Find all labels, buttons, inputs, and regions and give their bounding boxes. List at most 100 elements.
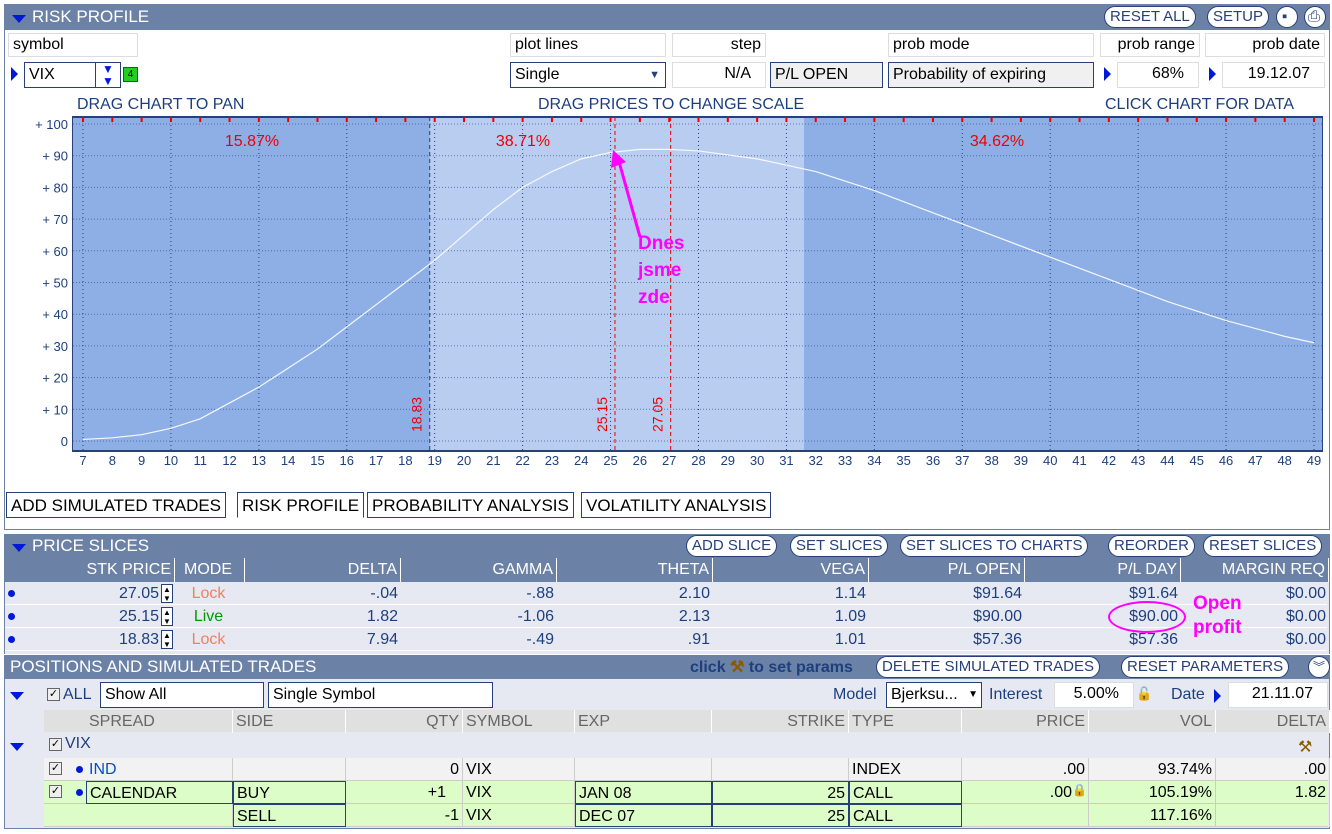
add-slice-button[interactable]: ADD SLICE [686, 535, 778, 557]
spread-cell[interactable]: CALENDAR [86, 781, 233, 804]
reset-slices-button[interactable]: RESET SLICES [1203, 535, 1323, 557]
stepper-icon[interactable]: ▲ ▼ [161, 630, 173, 649]
spread-cell[interactable]: IND [86, 758, 233, 781]
column-header[interactable]: GAMMA [401, 558, 557, 582]
column-header[interactable]: DELTA [1216, 710, 1330, 733]
tab-add-simulated-trades[interactable]: ADD SIMULATED TRADES [6, 492, 227, 518]
position-row[interactable]: ✓ IND 0 VIX INDEX .00 93.74% .00 [44, 758, 1330, 781]
type-cell[interactable]: CALL [849, 781, 962, 804]
column-header[interactable]: DELTA [245, 558, 401, 582]
row-checkbox[interactable]: ✓ [49, 785, 62, 798]
stk-price-cell[interactable]: 25.15 [35, 605, 175, 628]
delete-simulated-trades-button[interactable]: DELETE SIMULATED TRADES [876, 656, 1100, 678]
column-header[interactable]: MODE [175, 558, 245, 582]
collapse-icon[interactable] [10, 692, 24, 700]
stk-price-cell[interactable]: 27.05 [35, 582, 175, 605]
column-header[interactable]: STRIKE [712, 710, 849, 733]
table-row[interactable]: 18.83 Lock 7.94 -.49.91 1.01 $57.36 $57.36 $0.0… [5, 628, 1327, 651]
tab-volatility-analysis[interactable]: VOLATILITY ANALYSIS [581, 492, 772, 518]
type-cell[interactable]: CALL [849, 804, 962, 827]
play-icon[interactable] [1214, 689, 1221, 703]
qty-cell[interactable]: 0 [346, 758, 463, 781]
play-icon[interactable] [11, 67, 18, 81]
strike-cell[interactable]: 25 [712, 781, 849, 804]
symbol-mode-select[interactable]: Single Symbol [268, 682, 493, 708]
symbol-input[interactable]: VIX [24, 62, 96, 88]
plot-lines-select[interactable]: Single ▼ [510, 62, 666, 88]
strike-cell[interactable] [712, 758, 849, 781]
column-header[interactable]: SIDE [233, 710, 346, 733]
vol-cell[interactable]: 105.19% [1102, 781, 1216, 804]
side-cell[interactable] [233, 758, 346, 781]
column-header[interactable]: MARGIN REQ [1181, 558, 1329, 582]
prob-mode-select[interactable]: Probability of expiring [888, 62, 1094, 88]
price-cell[interactable] [962, 804, 1089, 827]
strike-cell[interactable]: 25 [712, 804, 849, 827]
position-row[interactable]: ✓ CALENDAR BUY +1 VIX JAN 08 25 CALL .00 105.19% 1… [44, 781, 1330, 804]
price-cell[interactable]: .00 [962, 781, 1089, 804]
qty-cell[interactable]: +1 [346, 781, 463, 804]
play-icon[interactable] [1104, 67, 1111, 81]
unlock-icon[interactable]: 🔓 [1136, 686, 1152, 702]
prob-date-stepper[interactable]: 19.12.07 [1222, 62, 1325, 88]
column-header[interactable]: VEGA [713, 558, 869, 582]
group-checkbox[interactable]: ✓ [49, 738, 62, 751]
symbol-dropdown-button[interactable]: ▼ ▼ [95, 62, 121, 88]
collapse-icon[interactable] [10, 743, 24, 751]
vol-cell[interactable]: 93.74% [1102, 758, 1216, 781]
mode-cell[interactable]: Live [175, 605, 245, 628]
mode-cell[interactable]: Lock [175, 628, 245, 651]
exp-cell[interactable] [575, 758, 712, 781]
set-slices-button[interactable]: SET SLICES [790, 535, 889, 557]
column-header[interactable]: TYPE [849, 710, 962, 733]
prob-range-stepper[interactable]: 68% [1117, 62, 1199, 88]
reset-parameters-button[interactable]: RESET PARAMETERS [1121, 656, 1290, 678]
show-filter-select[interactable]: Show All [100, 682, 264, 708]
column-header[interactable]: STK PRICE [35, 558, 175, 582]
lock-icon[interactable]: 🔒 [1072, 783, 1087, 797]
collapse-icon[interactable] [12, 544, 26, 552]
wrench-icon[interactable]: ⚒ [1298, 737, 1312, 757]
position-row[interactable]: SELL -1 VIX DEC 07 25 CALL 117.16% [44, 804, 1330, 827]
qty-cell[interactable]: -1 [346, 804, 463, 827]
date-stepper[interactable]: 21.11.07 [1228, 682, 1328, 708]
reorder-button[interactable]: REORDER [1108, 535, 1196, 557]
column-header[interactable]: PRICE [962, 710, 1089, 733]
pl-mode-select[interactable]: P/L OPEN [770, 62, 883, 88]
all-checkbox[interactable]: ✓ [47, 688, 60, 701]
column-header[interactable]: P/L OPEN [869, 558, 1025, 582]
column-header[interactable]: THETA [557, 558, 713, 582]
stepper-icon[interactable]: ▲ ▼ [161, 607, 173, 626]
side-cell[interactable]: BUY [233, 781, 346, 804]
tab-probability-analysis[interactable]: PROBABILITY ANALYSIS [367, 492, 574, 518]
column-header[interactable]: SYMBOL [463, 710, 575, 733]
set-slices-to-charts-button[interactable]: SET SLICES TO CHARTS [900, 535, 1089, 557]
stk-price-cell[interactable]: 18.83 [35, 628, 175, 651]
exp-cell[interactable]: DEC 07 [575, 804, 712, 827]
collapse-icon[interactable] [12, 15, 26, 23]
column-header[interactable]: EXP [575, 710, 712, 733]
vol-cell[interactable]: 117.16% [1102, 804, 1216, 827]
exp-cell[interactable]: JAN 08 [575, 781, 712, 804]
type-cell[interactable]: INDEX [849, 758, 962, 781]
column-header[interactable]: QTY [346, 710, 463, 733]
print-icon[interactable]: ⎙ [1304, 6, 1326, 28]
table-row[interactable]: 27.05 Lock -.04 -.88 2.10 1.14 $91.64 $91.64 $0.… [5, 582, 1327, 605]
column-header[interactable]: P/L DAY [1025, 558, 1181, 582]
side-cell[interactable]: SELL [233, 804, 346, 827]
setup-button[interactable]: SETUP [1207, 6, 1270, 28]
column-header[interactable]: VOL [1102, 710, 1216, 733]
reset-all-button[interactable]: RESET ALL [1104, 6, 1196, 28]
row-checkbox[interactable]: ✓ [49, 762, 62, 775]
spread-cell[interactable] [86, 804, 233, 827]
play-icon[interactable] [1209, 67, 1216, 81]
column-header[interactable]: SPREAD [86, 710, 233, 733]
step-input[interactable]: N/A [672, 62, 766, 88]
price-cell[interactable]: .00 [962, 758, 1089, 781]
mode-cell[interactable]: Lock [175, 582, 245, 605]
model-select[interactable]: Bjerksu... ▼ [886, 682, 982, 708]
interest-stepper[interactable]: 5.00% [1054, 682, 1134, 708]
detach-icon[interactable]: ▪ [1276, 6, 1298, 28]
stepper-icon[interactable]: ▲ ▼ [161, 584, 173, 603]
expand-icon[interactable]: ︾ [1308, 656, 1330, 678]
